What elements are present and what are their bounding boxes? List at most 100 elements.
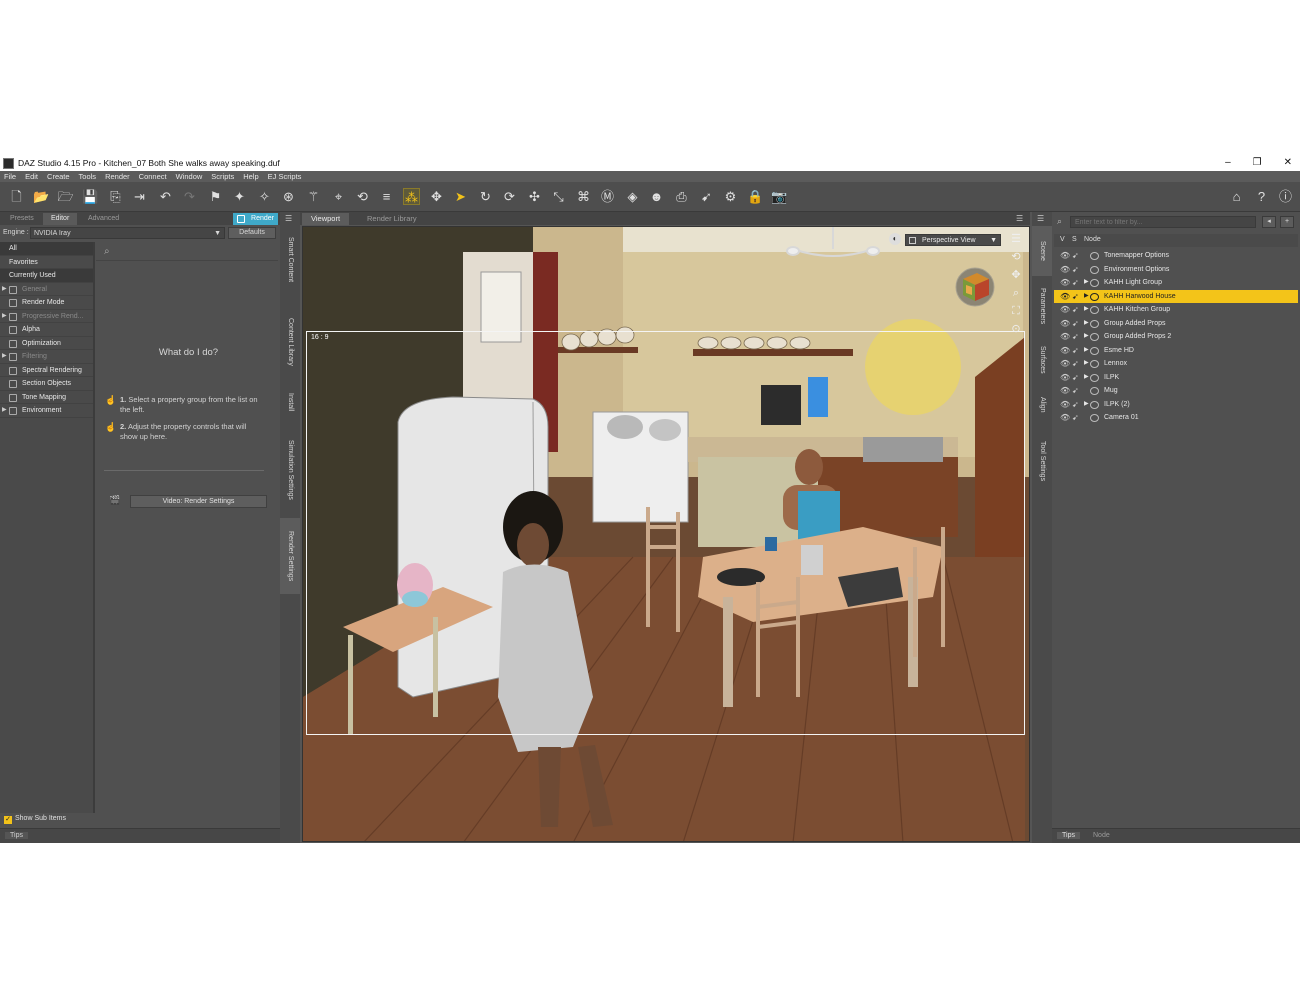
visibility-eye-icon[interactable]: 👁 — [1060, 357, 1070, 371]
scene-node-row[interactable]: 👁 ➹ ▶ Group Added Props 2 — [1054, 330, 1298, 344]
transform-icon[interactable]: ⌘ — [575, 188, 592, 205]
pan-icon[interactable]: ✥ — [1009, 268, 1023, 282]
home-icon[interactable]: ⌂ — [1228, 188, 1245, 205]
selectable-arrow-icon[interactable]: ➹ — [1072, 411, 1079, 425]
side-tab-install[interactable]: Install — [280, 382, 300, 422]
column-visibility[interactable]: V — [1060, 236, 1065, 243]
side-tab-scene[interactable]: Scene — [1032, 226, 1052, 276]
render-lock-icon[interactable]: 🔒 — [747, 188, 764, 205]
menu-scripts[interactable]: Scripts — [211, 172, 234, 181]
menu-connect[interactable]: Connect — [139, 172, 167, 181]
help-icon[interactable]: ⓘ — [1277, 188, 1294, 205]
minimize-button[interactable]: – — [1225, 155, 1231, 171]
expand-arrow-icon[interactable]: ▶ — [1084, 398, 1089, 412]
splitter[interactable] — [93, 242, 95, 813]
morph-icon[interactable]: Ⓜ — [599, 188, 616, 205]
visibility-eye-icon[interactable]: 👁 — [1060, 317, 1070, 331]
orbit-icon[interactable]: ⟲ — [1009, 250, 1023, 264]
export-icon[interactable]: ⇥ — [131, 188, 148, 205]
selectable-arrow-icon[interactable]: ➹ — [1072, 344, 1079, 358]
scene-node-row[interactable]: 👁 ➹ ▶ Lennox — [1054, 357, 1298, 371]
scene-node-row[interactable]: 👁 ➹ Camera 01 — [1054, 411, 1298, 425]
tab-tips[interactable]: Tips — [5, 832, 28, 839]
open-file-icon[interactable]: 📂 — [33, 188, 50, 205]
expand-arrow-icon[interactable]: ▶ — [2, 350, 7, 364]
pane-options-icon[interactable]: ☰ — [1037, 214, 1047, 224]
merge-icon[interactable]: ⎘ — [107, 188, 124, 205]
expand-arrow-icon[interactable]: ▶ — [1084, 276, 1089, 290]
selectable-arrow-icon[interactable]: ➹ — [1072, 371, 1079, 385]
visibility-eye-icon[interactable]: 👁 — [1060, 276, 1070, 290]
side-tab-align[interactable]: Align — [1032, 386, 1052, 424]
visibility-eye-icon[interactable]: 👁 — [1060, 411, 1070, 425]
property-group-item[interactable]: ▶ Environment — [0, 404, 93, 418]
selectable-arrow-icon[interactable]: ➹ — [1072, 384, 1079, 398]
universal-tool-icon[interactable]: ✥ — [428, 188, 445, 205]
selectable-arrow-icon[interactable]: ➹ — [1072, 263, 1079, 277]
selectable-arrow-icon[interactable]: ➹ — [1072, 317, 1079, 331]
view-selector[interactable]: Perspective View ▼ — [905, 234, 1001, 246]
render-button[interactable]: Render — [233, 213, 278, 225]
tab-tips[interactable]: Tips — [1057, 832, 1080, 839]
expand-arrow-icon[interactable]: ▶ — [1084, 303, 1089, 317]
new-file-icon[interactable]: 🗋 — [8, 188, 25, 205]
expand-arrow-icon[interactable]: ▶ — [1084, 290, 1089, 304]
column-node[interactable]: Node — [1084, 236, 1101, 243]
tab-presets[interactable]: Presets — [2, 213, 42, 225]
visibility-eye-icon[interactable]: 👁 — [1060, 303, 1070, 317]
visibility-eye-icon[interactable]: 👁 — [1060, 344, 1070, 358]
whats-this-icon[interactable]: ? — [1253, 188, 1270, 205]
property-group-item[interactable]: Tone Mapping — [0, 391, 93, 404]
side-tab-tool-settings[interactable]: Tool Settings — [1032, 426, 1052, 496]
node-selection-icon[interactable]: ➤ — [452, 188, 469, 205]
figure-icon[interactable]: ☻ — [648, 188, 665, 205]
side-tab-content-library[interactable]: Content Library — [280, 304, 300, 380]
align-icon[interactable]: ≡ — [378, 188, 395, 205]
reset-view-icon[interactable]: ⊙ — [1009, 322, 1023, 336]
show-sub-items-checkbox[interactable]: ✓ Show Sub Items — [4, 815, 66, 824]
expand-arrow-icon[interactable]: ▶ — [2, 310, 7, 324]
scene-node-row[interactable]: 👁 ➹ ▶ ILPK (2) — [1054, 398, 1298, 412]
tab-editor[interactable]: Editor — [43, 213, 78, 225]
column-selectable[interactable]: S — [1072, 236, 1077, 243]
undo-icon[interactable]: ↶ — [157, 188, 174, 205]
spot-render-icon[interactable]: ✦ — [231, 188, 248, 205]
geometry-editor-icon[interactable]: ⊛ — [280, 188, 297, 205]
search-icon[interactable]: ⌕ — [104, 246, 116, 258]
save-icon[interactable]: 💾 — [82, 188, 99, 205]
property-group-item[interactable]: Favorites — [0, 256, 93, 269]
node-weight-icon[interactable]: ⌖ — [330, 188, 347, 205]
scene-node-row[interactable]: 👁 ➹ ▶ ILPK — [1054, 371, 1298, 385]
expand-arrow-icon[interactable]: ▶ — [1084, 330, 1089, 344]
side-tab-parameters[interactable]: Parameters — [1032, 278, 1052, 334]
property-group-item[interactable]: Spectral Rendering — [0, 364, 93, 377]
visibility-eye-icon[interactable]: 👁 — [1060, 249, 1070, 263]
translate-icon[interactable]: ✣ — [526, 188, 543, 205]
menu-tools[interactable]: Tools — [79, 172, 97, 181]
visibility-eye-icon[interactable]: 👁 — [1060, 398, 1070, 412]
tab-render-library[interactable]: Render Library — [358, 213, 426, 225]
defaults-button[interactable]: Defaults — [228, 227, 276, 239]
property-group-item[interactable]: Render Mode — [0, 296, 93, 310]
selectable-arrow-icon[interactable]: ➹ — [1072, 249, 1079, 263]
pointer-tool-icon[interactable]: ➹ — [698, 188, 715, 205]
property-group-item[interactable]: ▶ General — [0, 283, 93, 296]
menu-help[interactable]: Help — [243, 172, 258, 181]
visibility-eye-icon[interactable]: 👁 — [1060, 330, 1070, 344]
scene-identification-icon[interactable]: ⚑ — [207, 188, 224, 205]
menu-window[interactable]: Window — [176, 172, 203, 181]
surface-selection-icon[interactable]: ✧ — [256, 188, 273, 205]
tab-node[interactable]: Node — [1088, 832, 1115, 839]
filter-input[interactable] — [1070, 216, 1256, 228]
camera-add-icon[interactable]: ⎙ — [673, 188, 690, 205]
navigation-cube-icon[interactable] — [955, 267, 995, 307]
expand-arrow-icon[interactable]: ▶ — [1084, 357, 1089, 371]
filter-back-icon[interactable]: ◂ — [1262, 216, 1276, 228]
twist-icon[interactable]: ⟳ — [501, 188, 518, 205]
joint-editor-icon[interactable]: ⚚ — [305, 188, 322, 205]
scene-node-row[interactable]: 👁 ➹ ▶ Esme HD — [1054, 344, 1298, 358]
scene-node-row[interactable]: 👁 ➹ ▶ KAHH Harwood House — [1054, 289, 1298, 304]
side-tab-surfaces[interactable]: Surfaces — [1032, 336, 1052, 384]
menu-file[interactable]: File — [4, 172, 16, 181]
property-group-item[interactable]: Currently Used — [0, 269, 93, 283]
